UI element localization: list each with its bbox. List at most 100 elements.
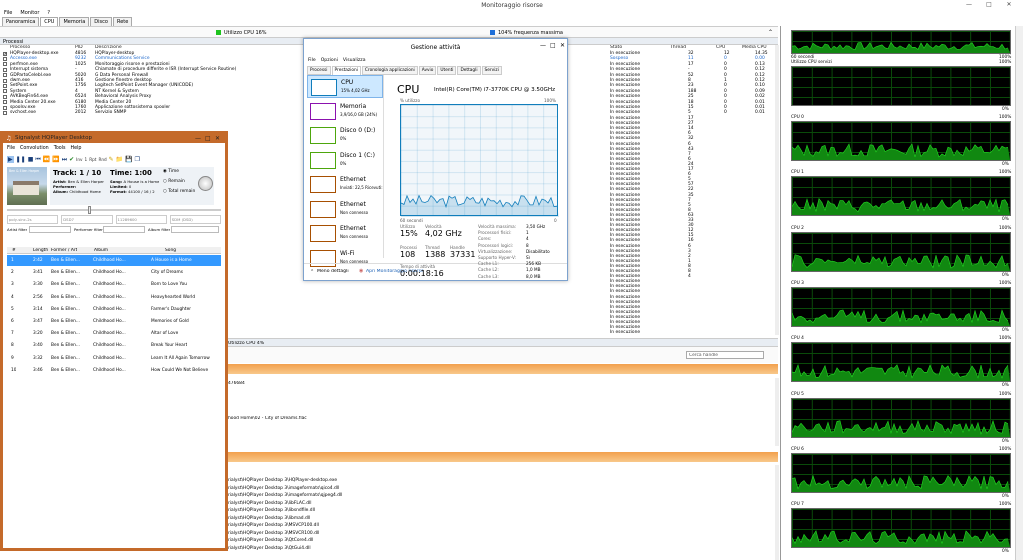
- modulator-select[interactable]: SDM (DSD): [169, 215, 221, 224]
- col-description[interactable]: Descrizione: [95, 45, 122, 50]
- filter-select[interactable]: poly-sinc-2s: [7, 215, 59, 224]
- previous-icon[interactable]: ⏮: [35, 156, 40, 164]
- tab-network[interactable]: Rete: [112, 17, 133, 26]
- tm-side-item[interactable]: Ethernet Non connesso: [307, 198, 383, 221]
- module-row[interactable]: rialyst\HQPlayer Desktop 3\MSVCP100.dll: [228, 523, 319, 528]
- hq-menu-file[interactable]: File: [7, 146, 15, 151]
- hq-menu-tools[interactable]: Tools: [54, 146, 66, 151]
- hq-menu-help[interactable]: Help: [71, 146, 82, 151]
- close-button[interactable]: ✕: [1004, 1, 1014, 9]
- less-details-link[interactable]: Meno dettagli: [317, 269, 349, 274]
- tab-overview[interactable]: Panoramica: [2, 17, 40, 26]
- task-manager-window[interactable]: Gestione attività — □ ✕ File Opzioni Vis…: [303, 38, 568, 281]
- process-checkbox[interactable]: [3, 105, 7, 110]
- tm-tab[interactable]: Cronologia applicazioni: [361, 66, 418, 75]
- collapse-icon[interactable]: ⌃: [768, 29, 773, 36]
- playlist-row[interactable]: 2 3:41 Ben & Ellen... Childhood Ho... City o…: [7, 267, 221, 278]
- play-icon[interactable]: ▶: [7, 156, 14, 163]
- tab-memory[interactable]: Memoria: [59, 17, 90, 26]
- hq-close[interactable]: ✕: [215, 135, 220, 142]
- invert-toggle[interactable]: Inv: [76, 157, 82, 162]
- col-number[interactable]: #: [12, 248, 16, 253]
- window-icon[interactable]: ❐: [135, 156, 140, 163]
- module-row[interactable]: rialyst\HQPlayer Desktop 3\imageformats\…: [228, 486, 339, 491]
- seek-handle[interactable]: [88, 206, 91, 214]
- process-checkbox[interactable]: [3, 84, 7, 89]
- pause-icon[interactable]: ❚❚: [16, 156, 26, 163]
- hqplayer-window[interactable]: ♫ Signalyst HQPlayer Desktop — □ ✕ File …: [0, 131, 228, 551]
- tab-cpu[interactable]: CPU: [40, 17, 59, 26]
- playlist-row[interactable]: 1 2:42 Ben & Ellen... Childhood Ho... A Hous…: [7, 255, 221, 266]
- col-cpu[interactable]: CPU: [716, 45, 725, 50]
- handles-scrollbar[interactable]: [775, 378, 779, 446]
- minimize-button[interactable]: —: [964, 1, 974, 9]
- playlist-row[interactable]: 7 3:20 Ben & Ellen... Childhood Ho... Altar …: [7, 328, 221, 339]
- rate-select[interactable]: 11289600: [115, 215, 167, 224]
- col-song[interactable]: Song: [165, 248, 176, 253]
- fast-forward-icon[interactable]: ⏩: [52, 156, 59, 163]
- module-row[interactable]: rialyst\HQPlayer Desktop 3\libFLAC.dll: [228, 501, 312, 506]
- mode-select[interactable]: DSD7: [61, 215, 113, 224]
- tm-side-item[interactable]: Memoria 3,9/16,0 GB (24%): [307, 100, 383, 123]
- module-row[interactable]: rialyst\HQPlayer Desktop 3\QtCore4.dll: [228, 538, 313, 543]
- col-threads[interactable]: Thread: [670, 45, 686, 50]
- col-status[interactable]: Stato: [610, 45, 622, 50]
- tm-tab[interactable]: Dettagli: [457, 66, 481, 75]
- col-process[interactable]: Processo: [10, 45, 30, 50]
- col-avg-cpu[interactable]: Media CPU: [742, 45, 767, 50]
- volume-knob[interactable]: [198, 176, 213, 191]
- playlist-row[interactable]: 6 3:47 Ben & Ellen... Childhood Ho... Memori…: [7, 316, 221, 327]
- col-pid[interactable]: PID: [75, 45, 83, 50]
- repeat-toggle[interactable]: Rpt: [89, 157, 96, 162]
- hq-maximize[interactable]: □: [205, 135, 211, 142]
- process-checkbox[interactable]: [3, 94, 7, 99]
- playlist-row[interactable]: 8 3:40 Ben & Ellen... Childhood Ho... Break …: [7, 340, 221, 351]
- stop-icon[interactable]: ■: [28, 156, 34, 163]
- rewind-icon[interactable]: ⏪: [43, 156, 50, 163]
- maximize-button[interactable]: □: [984, 1, 994, 9]
- tm-tab[interactable]: Prestazioni: [331, 66, 361, 75]
- playlist-row[interactable]: 5 3:14 Ben & Ellen... Childhood Ho... Farmer…: [7, 304, 221, 315]
- playlist-row[interactable]: 3 3:30 Ben & Ellen... Childhood Ho... Born t…: [7, 279, 221, 290]
- save-icon[interactable]: 💾: [125, 156, 132, 163]
- menu-file[interactable]: File: [4, 10, 12, 16]
- wand-icon[interactable]: ✎: [109, 156, 114, 163]
- tm-side-item[interactable]: Ethernet Non connesso: [307, 222, 383, 245]
- performer-filter-input[interactable]: [103, 226, 145, 233]
- col-album[interactable]: Album: [94, 248, 108, 253]
- process-checkbox[interactable]: [3, 111, 7, 116]
- tm-side-item[interactable]: Ethernet Inviati: 22,5 Ricevuti:: [307, 173, 383, 196]
- open-folder-icon[interactable]: 📁: [116, 156, 123, 163]
- cpu-section-header[interactable]: Utilizzo CPU 16% 104% frequenza massima …: [0, 26, 778, 38]
- process-checkbox[interactable]: [3, 78, 7, 83]
- col-former[interactable]: Former / Art: [51, 248, 77, 253]
- tm-maximize[interactable]: □: [550, 42, 556, 49]
- seek-bar[interactable]: [7, 206, 221, 214]
- services-header[interactable]: Utilizzo CPU 4%: [228, 338, 778, 347]
- tm-menu-options[interactable]: Opzioni: [321, 58, 338, 63]
- module-row[interactable]: rialyst\HQPlayer Desktop 3\HQPlayer-desk…: [228, 478, 337, 483]
- process-checkbox[interactable]: [3, 62, 7, 67]
- artist-filter-input[interactable]: [29, 226, 71, 233]
- playlist-row[interactable]: 10 3:46 Ben & Ellen... Childhood Ho... How C…: [7, 365, 221, 376]
- playlist-row[interactable]: 9 3:32 Ben & Ellen... Childhood Ho... Learn …: [7, 353, 221, 364]
- playlist-row[interactable]: 4 2:56 Ben & Ellen... Childhood Ho... Heavyh…: [7, 292, 221, 303]
- tm-tab[interactable]: Utenti: [437, 66, 457, 75]
- tab-disk[interactable]: Disco: [90, 17, 112, 26]
- tm-side-item[interactable]: CPU 15% 4,02 GHz: [307, 75, 383, 98]
- menu-monitor[interactable]: Monitor: [20, 10, 39, 16]
- tm-menu-view[interactable]: Visualizza: [343, 58, 366, 63]
- tm-tab[interactable]: Avvio: [418, 66, 437, 75]
- module-row[interactable]: rialyst\HQPlayer Desktop 3\libmad.dll: [228, 516, 310, 521]
- module-row[interactable]: rialyst\HQPlayer Desktop 3\MSVCR100.dll: [228, 531, 319, 536]
- tm-close[interactable]: ✕: [560, 42, 565, 49]
- col-length[interactable]: Length: [33, 248, 48, 253]
- module-row[interactable]: rialyst\HQPlayer Desktop 3\libsndfile.dl…: [228, 508, 315, 513]
- radio-time-icon[interactable]: ◉: [163, 169, 167, 174]
- chevron-up-icon[interactable]: ⌃: [310, 269, 314, 275]
- tm-side-item[interactable]: Disco 1 (C:) 0%: [307, 149, 383, 172]
- tm-menu-file[interactable]: File: [308, 58, 316, 63]
- hq-menu-convolution[interactable]: Convolution: [20, 146, 49, 151]
- radio-remain-icon[interactable]: ○: [163, 179, 167, 184]
- process-scrollbar[interactable]: [775, 45, 779, 335]
